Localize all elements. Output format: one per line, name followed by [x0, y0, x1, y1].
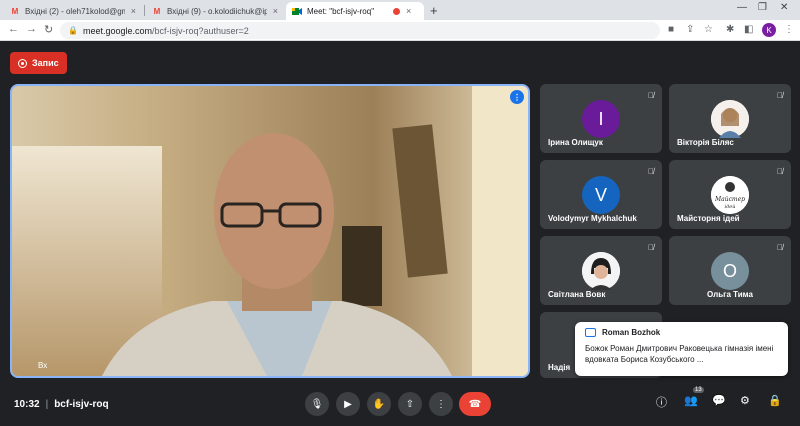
people-icon[interactable]: 👥	[684, 394, 698, 407]
more-options-button[interactable]: ⋮	[429, 392, 453, 416]
host-controls-icon[interactable]: 🔒	[768, 394, 782, 407]
address-bar[interactable]: 🔒 meet.google.com/bcf-isjv-roq?authuser=…	[60, 22, 660, 39]
clock-time: 10:32	[14, 399, 40, 410]
participant-tile[interactable]: 🎙̸ V Volodymyr Mykhalchuk	[540, 160, 662, 229]
reload-icon[interactable]: ↻	[44, 23, 53, 36]
forward-arrow-icon[interactable]: →	[26, 23, 37, 35]
present-button[interactable]: ⇧	[398, 392, 422, 416]
close-tab-icon[interactable]: ×	[406, 6, 411, 16]
close-window-icon[interactable]: ✕	[780, 2, 788, 13]
participant-tile[interactable]: 🎙̸ O Ольга Тима	[669, 236, 791, 305]
muted-mic-icon: 🎙̸	[777, 243, 783, 252]
meeting-info: 10:32 | bcf-isjv-roq	[14, 399, 109, 410]
bookmark-star-icon[interactable]: ☆	[704, 24, 713, 35]
participant-name: Світлана Вовк	[548, 290, 606, 299]
camera-in-use-icon[interactable]: ■	[668, 24, 674, 35]
avatar-logo: Майстер ідей	[711, 176, 749, 214]
meet-stage: Запис ⋮ Вх 🎙̸ І Ірина Олищук 🎙̸ Вікторія…	[0, 42, 800, 426]
record-icon	[18, 58, 27, 68]
meet-icon	[292, 6, 302, 16]
new-tab-icon[interactable]: +	[430, 3, 438, 18]
svg-text:Майстер: Майстер	[714, 196, 745, 203]
camera-button[interactable]: ▶	[336, 392, 360, 416]
recording-button[interactable]: Запис	[10, 52, 67, 74]
restore-window-icon[interactable]: ❐	[758, 2, 767, 13]
microphone-icon: 🎙	[310, 398, 324, 410]
chat-notification[interactable]: Roman Bozhok Божок Роман Дмитрович Раков…	[575, 322, 788, 376]
participant-tile[interactable]: 🎙̸ Вікторія Біляс	[669, 84, 791, 153]
browser-tab-gmail-2[interactable]: M Вхідні (9) - o.kolodiichuk@ippo.c ×	[146, 2, 284, 20]
muted-mic-icon: 🎙̸	[648, 243, 654, 252]
profile-avatar[interactable]: K	[762, 23, 776, 37]
participant-tile[interactable]: 🎙̸ Майстер ідей Майсторня ідей	[669, 160, 791, 229]
url-domain: meet.google.com	[82, 25, 153, 36]
participant-name: Ірина Олищук	[548, 138, 603, 147]
more-options-icon[interactable]: ⋮	[510, 90, 524, 104]
avatar: O	[711, 252, 749, 290]
raise-hand-button[interactable]: ✋	[367, 392, 391, 416]
participant-name: Ольга Тима	[707, 290, 753, 299]
side-panel-icon[interactable]: ◧	[744, 24, 753, 35]
muted-mic-icon: 🎙̸	[777, 91, 783, 100]
tab-title: Вхідні (9) - o.kolodiichuk@ippo.c	[166, 6, 267, 16]
hang-up-icon: ☎	[468, 398, 482, 410]
participant-name: Майсторня ідей	[677, 214, 740, 223]
back-arrow-icon[interactable]: ←	[8, 23, 19, 35]
browser-tab-strip: M Вхідні (2) - oleh71kolod@gmail.c × M В…	[0, 0, 800, 20]
gmail-icon: M	[153, 6, 161, 16]
muted-mic-icon: 🎙̸	[648, 167, 654, 176]
activities-icon[interactable]: ⚙	[740, 394, 750, 407]
recording-indicator-icon	[393, 7, 400, 15]
camera-icon: ▶	[344, 398, 352, 410]
separator: |	[45, 399, 49, 410]
participant-count-badge: 13	[693, 387, 704, 393]
minimize-window-icon[interactable]: —	[737, 2, 747, 13]
close-tab-icon[interactable]: ×	[131, 6, 136, 16]
browser-tab-gmail-1[interactable]: M Вхідні (2) - oleh71kolod@gmail.c ×	[4, 2, 142, 20]
chat-sender: Roman Bozhok	[602, 328, 661, 337]
meeting-details-icon[interactable]: ⓘ	[656, 394, 667, 410]
chat-message: Божок Роман Дмитрович Раковецька гімназі…	[585, 344, 774, 364]
more-vert-icon: ⋮	[436, 398, 446, 410]
browser-menu-icon[interactable]: ⋮	[784, 24, 794, 35]
hand-icon: ✋	[372, 398, 386, 410]
close-tab-icon[interactable]: ×	[273, 6, 278, 16]
muted-mic-icon: 🎙̸	[648, 91, 654, 100]
extensions-icon[interactable]: ✱	[726, 24, 734, 35]
browser-tab-meet[interactable]: Meet: "bcf-isjv-roq" ×	[286, 2, 424, 20]
meeting-code: bcf-isjv-roq	[54, 399, 109, 410]
recording-label: Запис	[32, 58, 59, 68]
participant-name: Вікторія Біляс	[677, 138, 734, 147]
participant-tile[interactable]: 🎙̸ І Ірина Олищук	[540, 84, 662, 153]
microphone-button[interactable]: 🎙	[305, 392, 329, 416]
tab-title: Вхідні (2) - oleh71kolod@gmail.c	[24, 6, 125, 16]
browser-toolbar: ← → ↻ 🔒 meet.google.com/bcf-isjv-roq?aut…	[0, 20, 800, 41]
muted-mic-icon: 🎙̸	[777, 167, 783, 176]
lock-icon: 🔒	[68, 26, 78, 35]
end-call-button[interactable]: ☎	[459, 392, 491, 416]
participant-tile[interactable]: 🎙̸ Світлана Вовк	[540, 236, 662, 305]
chat-panel-icon[interactable]: 💬	[712, 394, 726, 407]
participant-name: Volodymyr Mykhalchuk	[548, 214, 637, 223]
present-screen-icon: ⇧	[405, 398, 415, 410]
speaker-name: Вх	[38, 361, 48, 370]
share-icon[interactable]: ⇪	[686, 24, 694, 35]
url-path: /bcf-isjv-roq?authuser=2	[152, 25, 249, 36]
participant-name: Надія	[548, 363, 571, 372]
chat-icon	[585, 328, 596, 337]
avatar-photo	[711, 100, 749, 138]
meeting-controls-bar: 10:32 | bcf-isjv-roq 🎙 ▶ ✋ ⇧ ⋮ ☎ ⓘ 13 👥 💬 …	[0, 387, 800, 426]
gmail-icon: M	[11, 6, 19, 16]
tab-title: Meet: "bcf-isjv-roq"	[307, 6, 375, 16]
avatar: І	[582, 100, 620, 138]
speaker-video-frame	[12, 86, 528, 376]
avatar-photo	[582, 252, 620, 290]
avatar: V	[582, 176, 620, 214]
main-speaker-video[interactable]: ⋮ Вх	[10, 84, 530, 378]
svg-text:ідей: ідей	[725, 204, 736, 210]
tab-divider	[144, 5, 145, 16]
